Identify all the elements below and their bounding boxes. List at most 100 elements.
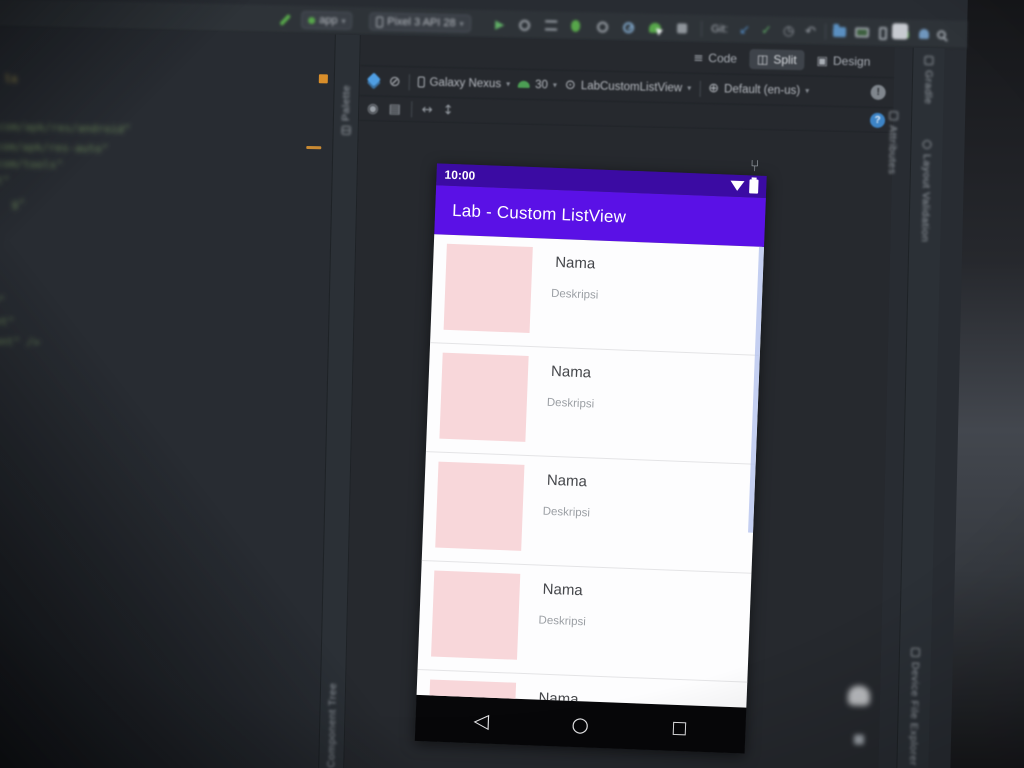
avd-manager-button[interactable]	[878, 25, 888, 41]
settings-button[interactable]	[891, 23, 909, 40]
image-placeholder	[443, 243, 533, 333]
design-canvas[interactable]: ⑂ 10:00 Lab - Custom ListView Nama Deskr…	[343, 121, 893, 768]
attributes-icon	[888, 111, 898, 121]
android-studio-window: app ▾ Pixel 3 API 28 ▾ ▶ Git: ↙ ✓ ◷ ↶ ls…	[0, 0, 968, 768]
code-fragment: g"	[11, 197, 26, 211]
profiler-button[interactable]	[622, 19, 635, 35]
layout-validation-icon	[922, 139, 932, 150]
scrollbar-caret-marker	[306, 145, 322, 150]
git-label: Git:	[710, 23, 729, 36]
layout-editor: ≡ Code ◫ Split ▣ Design ⊘ Galaxy Nexus ▾…	[343, 35, 895, 768]
item-name: Nama	[550, 362, 592, 382]
gauge-icon	[622, 21, 635, 33]
floating-button[interactable]	[853, 734, 865, 745]
split-tab-label: Split	[773, 52, 797, 68]
attach-profiler-button[interactable]	[648, 20, 662, 36]
status-time: 10:00	[444, 167, 476, 183]
api-level-dropdown[interactable]: 30 ▾	[518, 78, 557, 91]
list-item[interactable]: Nama Deskripsi	[417, 561, 752, 683]
tool-tab-component-tree[interactable]: Component Tree	[319, 682, 345, 768]
list-item[interactable]: Nama Deskripsi	[430, 234, 765, 356]
render-issues-button[interactable]: !	[870, 84, 886, 101]
git-history-button[interactable]: ◷	[783, 23, 795, 39]
attributes-label: Attributes	[885, 125, 899, 175]
tab-split[interactable]: ◫ Split	[748, 48, 805, 71]
code-fragment: ls	[4, 72, 18, 86]
code-changes-icon	[545, 20, 558, 31]
build-icon[interactable]	[279, 11, 292, 27]
git-commit-button[interactable]: ✓	[761, 22, 772, 38]
list-view[interactable]: Nama Deskripsi Nama Deskripsi Nama Deskr…	[416, 234, 765, 708]
globe-icon: ⊕	[708, 81, 720, 97]
stop-button[interactable]	[676, 20, 688, 36]
notification-bell-icon[interactable]	[847, 685, 871, 706]
api-level-label: 30	[534, 78, 549, 91]
search-everywhere-button[interactable]	[936, 26, 947, 42]
run-button[interactable]: ▶	[495, 16, 505, 32]
tab-code[interactable]: ≡ Code	[685, 48, 745, 69]
locale-dropdown[interactable]: ⊕ Default (en-us) ▾	[708, 81, 809, 98]
virtual-device-icon	[878, 26, 888, 40]
horizontal-resize-icon[interactable]: ↔	[422, 102, 433, 117]
debug-button[interactable]	[570, 18, 581, 34]
vertical-resize-icon[interactable]: ↕	[443, 103, 454, 118]
chevron-down-icon: ▾	[459, 18, 464, 28]
tool-tab-palette[interactable]: Palette	[334, 85, 359, 136]
device-dropdown[interactable]: Galaxy Nexus ▾	[417, 76, 510, 90]
device-selector-dropdown[interactable]: Pixel 3 API 28 ▾	[368, 12, 471, 33]
tool-tab-attributes[interactable]: Attributes	[880, 111, 905, 175]
list-view-icon[interactable]: ▤	[388, 101, 401, 116]
android-icon	[518, 80, 531, 89]
tool-tab-device-file-explorer[interactable]: Device File Explorer	[897, 647, 931, 767]
tool-tab-layout-validation[interactable]: Layout Validation	[909, 139, 942, 243]
run-config-label: app	[319, 14, 338, 27]
wrench-icon[interactable]: ⑂	[750, 156, 760, 175]
home-icon: ○	[571, 711, 590, 737]
image-placeholder	[439, 352, 529, 442]
running-devices-button[interactable]	[854, 24, 870, 40]
item-name: Nama	[542, 580, 584, 600]
code-fragment: droid.com/apk/res/android"	[0, 119, 131, 136]
palette-icon	[341, 125, 351, 136]
tool-tab-gradle[interactable]: Gradle	[912, 55, 944, 105]
apply-code-changes-button[interactable]	[545, 17, 558, 33]
code-tab-label: Code	[708, 51, 738, 66]
notifications-button[interactable]	[918, 26, 930, 42]
device-file-explorer-icon	[910, 647, 921, 657]
device-label: Galaxy Nexus	[429, 76, 502, 90]
design-surface-icon[interactable]	[368, 74, 381, 87]
back-icon: ◁	[473, 708, 490, 733]
tab-design[interactable]: ▣ Design	[808, 50, 878, 72]
list-item[interactable]: Nama Deskripsi	[425, 343, 760, 465]
apply-changes-button[interactable]	[519, 17, 531, 33]
run-configuration-dropdown[interactable]: app ▾	[300, 10, 353, 30]
code-fragment: rent"	[0, 314, 15, 329]
phone-preview[interactable]: 10:00 Lab - Custom ListView Nama Deskrip…	[414, 163, 767, 754]
editor-mode-tabs: ≡ Code ◫ Split ▣ Design	[685, 43, 895, 78]
device-manager-button[interactable]	[832, 24, 847, 40]
git-rollback-button[interactable]: ↶	[805, 23, 816, 39]
toolbar-divider	[408, 73, 410, 90]
git-update-button[interactable]: ↙	[739, 22, 750, 38]
folder-icon	[832, 26, 847, 38]
chevron-down-icon: ▾	[552, 80, 558, 90]
search-icon	[936, 29, 947, 39]
split-tab-icon: ◫	[756, 52, 769, 67]
chevron-down-icon: ▾	[687, 83, 692, 93]
item-description: Deskripsi	[546, 396, 595, 411]
theme-dropdown[interactable]: ⊙ LabCustomListView ▾	[565, 78, 692, 96]
bug-icon	[570, 19, 581, 33]
item-description: Deskripsi	[538, 614, 586, 629]
view-options-eye-icon[interactable]: ◉	[367, 101, 379, 116]
module-icon	[308, 16, 316, 24]
orientation-icon[interactable]: ⊘	[389, 73, 401, 89]
item-name: Nama	[554, 253, 596, 273]
coverage-button[interactable]	[596, 19, 609, 35]
settings-icon	[891, 23, 909, 40]
device-icon	[417, 76, 425, 88]
list-item[interactable]: Nama Deskripsi	[421, 452, 756, 574]
pencil-icon	[279, 13, 292, 26]
scrollbar-warning-marker	[318, 74, 328, 84]
code-fragment: rent" />	[0, 334, 40, 349]
xml-code-editor[interactable]: ls droid.com/apk/res/android" com/apk/re…	[0, 26, 335, 768]
